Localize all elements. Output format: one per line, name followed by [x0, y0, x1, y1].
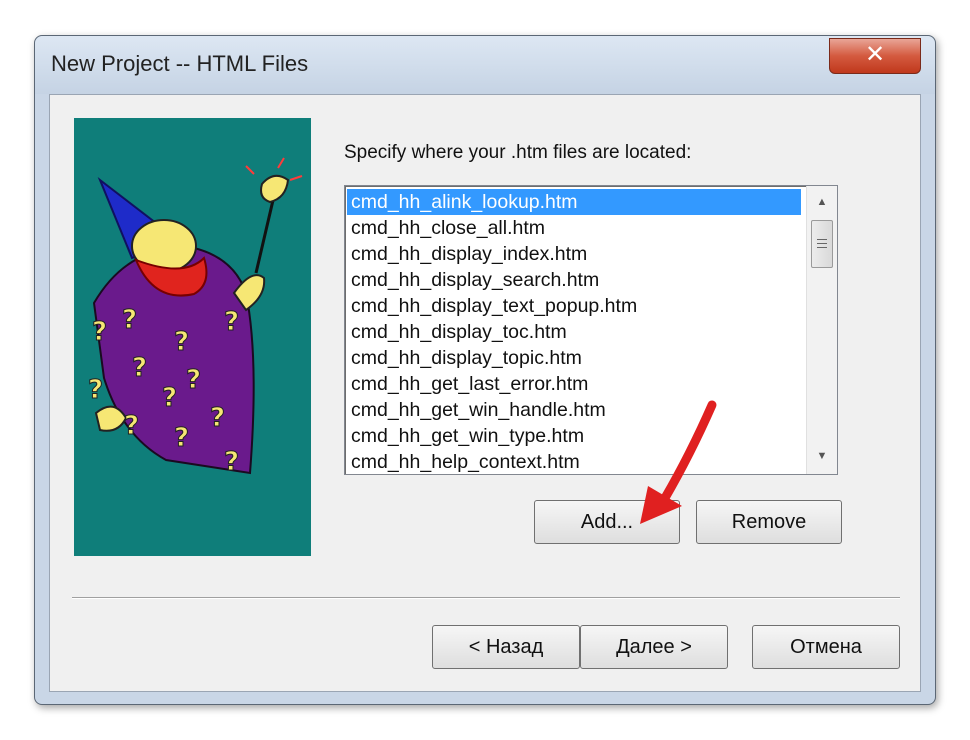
dialog-window: New Project -- HTML Files ✕ ? ? ? ? ? ? …	[34, 35, 936, 705]
file-list-item[interactable]: cmd_hh_alink_lookup.htm	[347, 189, 801, 215]
file-list-item[interactable]: cmd_hh_get_win_type.htm	[347, 423, 801, 449]
svg-text:?: ?	[122, 305, 137, 335]
next-button[interactable]: Далее >	[580, 625, 728, 669]
location-prompt: Specify where your .htm files are locate…	[344, 142, 692, 163]
back-button[interactable]: < Назад	[432, 625, 580, 669]
close-button[interactable]: ✕	[829, 38, 921, 74]
svg-text:?: ?	[162, 383, 177, 413]
title-bar[interactable]: New Project -- HTML Files ✕	[35, 36, 935, 94]
file-list-item[interactable]: cmd_hh_display_toc.htm	[347, 319, 801, 345]
svg-text:?: ?	[124, 411, 139, 441]
svg-text:?: ?	[174, 327, 189, 357]
scroll-up-arrow-icon[interactable]: ▲	[807, 190, 837, 214]
footer-separator	[72, 597, 900, 599]
remove-button[interactable]: Remove	[696, 500, 842, 544]
file-list-item[interactable]: cmd_hh_get_last_error.htm	[347, 371, 801, 397]
file-list-item[interactable]: cmd_hh_display_index.htm	[347, 241, 801, 267]
scroll-down-arrow-icon[interactable]: ▼	[807, 444, 837, 468]
svg-text:?: ?	[174, 423, 189, 453]
close-icon: ✕	[864, 41, 886, 68]
wizard-illustration: ? ? ? ? ? ? ? ? ? ? ? ?	[74, 118, 311, 556]
svg-text:?: ?	[132, 353, 147, 383]
svg-text:?: ?	[224, 447, 239, 477]
scroll-thumb[interactable]	[811, 220, 833, 268]
file-list-item[interactable]: cmd_hh_get_win_handle.htm	[347, 397, 801, 423]
window-title: New Project -- HTML Files	[51, 51, 309, 76]
svg-text:?: ?	[186, 365, 201, 395]
file-list-item[interactable]: cmd_hh_display_search.htm	[347, 267, 801, 293]
file-list-item[interactable]: cmd_hh_close_all.htm	[347, 215, 801, 241]
dialog-client-area: ? ? ? ? ? ? ? ? ? ? ? ? Specify where yo…	[49, 94, 921, 692]
svg-text:?: ?	[88, 375, 103, 405]
svg-text:?: ?	[92, 317, 107, 347]
file-list: cmd_hh_alink_lookup.htm cmd_hh_close_all.…	[347, 189, 801, 475]
file-list-item[interactable]: cmd_hh_display_text_popup.htm	[347, 293, 801, 319]
file-list-item[interactable]: cmd_hh_help_context.htm	[347, 449, 801, 475]
vertical-scrollbar[interactable]: ▲ ▼	[806, 186, 837, 474]
svg-text:?: ?	[210, 403, 225, 433]
svg-text:?: ?	[224, 307, 239, 337]
add-button[interactable]: Add...	[534, 500, 680, 544]
file-list-item[interactable]: cmd_hh_display_topic.htm	[347, 345, 801, 371]
cancel-button[interactable]: Отмена	[752, 625, 900, 669]
html-files-listbox[interactable]: cmd_hh_alink_lookup.htm cmd_hh_close_all.…	[344, 185, 838, 475]
